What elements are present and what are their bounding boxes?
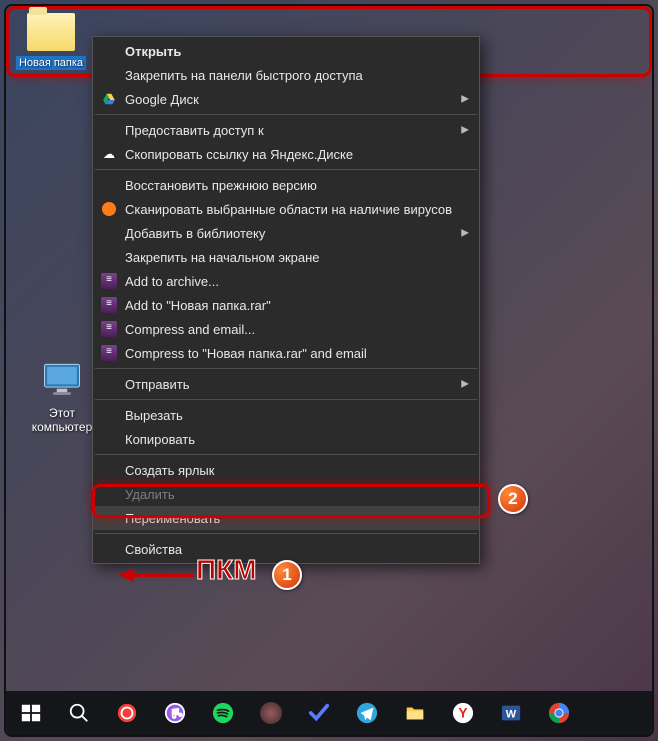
- menu-item-cut[interactable]: Вырезать: [93, 403, 479, 427]
- taskbar-itunes[interactable]: [152, 691, 198, 735]
- menu-item-delete[interactable]: Удалить: [93, 482, 479, 506]
- annotation-badge-1: 1: [272, 560, 302, 590]
- taskbar-record[interactable]: [248, 691, 294, 735]
- circle-ring-icon: [116, 702, 138, 724]
- google-drive-icon: [99, 90, 119, 108]
- monitor-icon: [40, 358, 84, 402]
- yandex-icon: Y: [452, 702, 474, 724]
- menu-item-add-to-rar[interactable]: Add to "Новая папка.rar": [93, 293, 479, 317]
- taskbar-word[interactable]: W: [488, 691, 534, 735]
- word-icon: W: [500, 702, 522, 724]
- taskbar-spotify[interactable]: [200, 691, 246, 735]
- taskbar-file-explorer[interactable]: [392, 691, 438, 735]
- menu-item-add-to-library[interactable]: Добавить в библиотеку ▶: [93, 221, 479, 245]
- taskbar-telegram[interactable]: [344, 691, 390, 735]
- menu-item-properties[interactable]: Свойства: [93, 537, 479, 561]
- taskbar-todo[interactable]: [296, 691, 342, 735]
- winrar-icon: [99, 296, 119, 314]
- winrar-icon: [99, 272, 119, 290]
- annotation-arrow: [118, 566, 196, 584]
- check-icon: [308, 702, 330, 724]
- winrar-icon: [99, 344, 119, 362]
- desktop-icon-new-folder[interactable]: Новая папка: [13, 13, 89, 70]
- taskbar: Y W: [6, 691, 652, 735]
- menu-item-send-to[interactable]: Отправить ▶: [93, 372, 479, 396]
- search-icon: [68, 702, 90, 724]
- chevron-right-icon: ▶: [461, 228, 469, 239]
- avast-icon: [99, 200, 119, 218]
- record-icon: [260, 702, 282, 724]
- taskbar-chrome[interactable]: [536, 691, 582, 735]
- telegram-icon: [356, 702, 378, 724]
- menu-item-open[interactable]: Открыть: [93, 39, 479, 63]
- chevron-right-icon: ▶: [461, 379, 469, 390]
- menu-item-compress-email[interactable]: Compress and email...: [93, 317, 479, 341]
- menu-item-add-to-archive[interactable]: Add to archive...: [93, 269, 479, 293]
- desktop-icon-label: Этот компьютер: [24, 406, 100, 434]
- spotify-icon: [212, 702, 234, 724]
- menu-item-avast-scan[interactable]: Сканировать выбранные области на наличие…: [93, 197, 479, 221]
- desktop-icon-label: Новая папка: [16, 56, 86, 70]
- winrar-icon: [99, 320, 119, 338]
- taskbar-yandex-browser[interactable]: Y: [440, 691, 486, 735]
- menu-item-grant-access[interactable]: Предоставить доступ к ▶: [93, 118, 479, 142]
- menu-item-pin-start[interactable]: Закрепить на начальном экране: [93, 245, 479, 269]
- menu-item-compress-rar-email[interactable]: Compress to "Новая папка.rar" and email: [93, 341, 479, 365]
- folder-icon: [27, 13, 75, 51]
- start-button[interactable]: [8, 691, 54, 735]
- context-menu: Открыть Закрепить на панели быстрого дос…: [92, 36, 480, 564]
- menu-item-yandex-copy-link[interactable]: ☁ Скопировать ссылку на Яндекс.Диске: [93, 142, 479, 166]
- chrome-icon: [548, 702, 570, 724]
- svg-text:W: W: [506, 709, 517, 721]
- folder-icon: [404, 702, 426, 724]
- annotation-badge-2: 2: [498, 484, 528, 514]
- menu-item-restore-previous[interactable]: Восстановить прежнюю версию: [93, 173, 479, 197]
- windows-icon: [20, 702, 42, 724]
- taskbar-pocket-casts[interactable]: [104, 691, 150, 735]
- chevron-right-icon: ▶: [461, 125, 469, 136]
- chevron-right-icon: ▶: [461, 94, 469, 105]
- menu-item-google-drive[interactable]: Google Диск ▶: [93, 87, 479, 111]
- desktop-icon-computer[interactable]: Этот компьютер: [24, 358, 100, 434]
- menu-item-rename[interactable]: Переименовать: [93, 506, 479, 530]
- yandex-disk-icon: ☁: [99, 145, 119, 163]
- menu-item-pin-quick-access[interactable]: Закрепить на панели быстрого доступа: [93, 63, 479, 87]
- annotation-pkm-label: ПКМ: [196, 554, 257, 586]
- svg-text:Y: Y: [458, 706, 467, 721]
- menu-item-create-shortcut[interactable]: Создать ярлык: [93, 458, 479, 482]
- menu-item-copy[interactable]: Копировать: [93, 427, 479, 451]
- music-icon: [164, 702, 186, 724]
- search-button[interactable]: [56, 691, 102, 735]
